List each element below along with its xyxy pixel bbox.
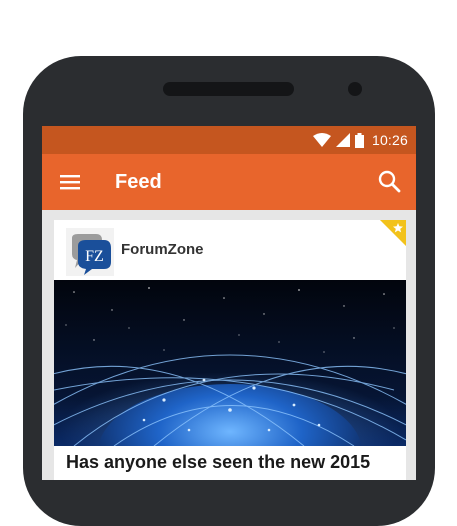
app-screen: 10:26 Feed FZ ForumZone Has anyone else … <box>42 126 416 480</box>
phone-camera <box>348 82 362 96</box>
status-icons: 10:26 <box>312 126 408 154</box>
cell-signal-icon <box>335 133 350 147</box>
post-title[interactable]: Has anyone else seen the new 2015 <box>66 452 370 473</box>
app-bar: Feed <box>42 154 416 210</box>
forum-logo: FZ <box>66 228 114 276</box>
feed-card[interactable]: FZ ForumZone Has anyone else seen the ne… <box>54 220 406 480</box>
phone-speaker <box>163 82 294 96</box>
status-bar: 10:26 <box>42 126 416 154</box>
star-badge-icon[interactable] <box>380 220 406 246</box>
menu-icon[interactable] <box>60 172 82 192</box>
status-time: 10:26 <box>371 132 408 148</box>
post-image[interactable] <box>54 280 406 446</box>
page-title: Feed <box>115 171 162 193</box>
forum-logo-text: FZ <box>85 248 104 265</box>
search-icon[interactable] <box>376 168 404 196</box>
battery-icon <box>354 132 364 148</box>
source-name[interactable]: ForumZone <box>121 241 204 258</box>
wifi-icon <box>312 133 331 147</box>
card-header: FZ ForumZone <box>54 220 406 280</box>
